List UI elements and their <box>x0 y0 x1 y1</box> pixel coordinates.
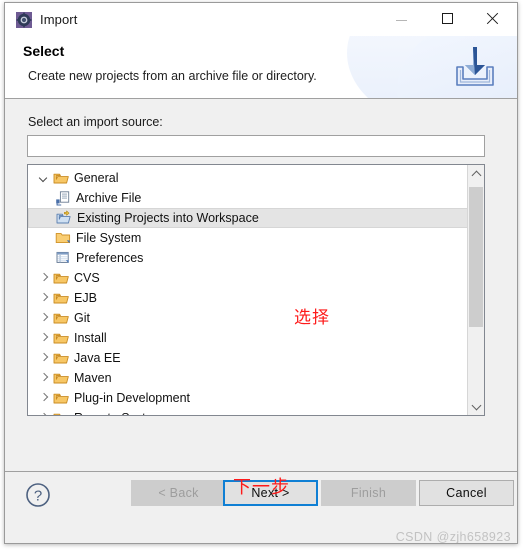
page-title: Select <box>23 43 65 59</box>
tree-item-ejb[interactable]: EJB <box>28 288 468 308</box>
tree-item-archive-file[interactable]: Archive File <box>28 188 468 208</box>
preferences-icon <box>56 251 69 263</box>
chevron-right-icon[interactable] <box>39 313 50 324</box>
chevron-right-icon[interactable] <box>39 393 50 404</box>
tree-item-label: Preferences <box>76 251 144 265</box>
tree-item-plug-in-development[interactable]: Plug-in Development <box>28 388 468 408</box>
scrollbar-thumb[interactable] <box>469 187 483 327</box>
cancel-button[interactable]: Cancel <box>419 480 514 506</box>
window-title: Import <box>40 12 78 27</box>
dialog-body: Select an import source: General Archive … <box>5 99 517 471</box>
annotation-select: 选择 <box>294 308 330 328</box>
tree-item-maven[interactable]: Maven <box>28 368 468 388</box>
close-icon <box>486 12 499 25</box>
tree-item-label: Remote Systems <box>74 410 169 415</box>
tree-item-label: Java EE <box>74 351 121 365</box>
tree-item-remote-systems[interactable]: Remote Systems <box>28 408 468 416</box>
import-dialog-window: Import Select Create new projects from a… <box>4 2 518 544</box>
import-source-label: Select an import source: <box>28 115 163 129</box>
scroll-down-button[interactable] <box>468 398 484 415</box>
page-description: Create new projects from an archive file… <box>28 69 317 83</box>
back-button[interactable]: < Back <box>131 480 226 506</box>
folder-open-icon <box>53 353 69 364</box>
chevron-up-icon <box>471 170 481 180</box>
scroll-up-button[interactable] <box>468 165 484 182</box>
tree-item-label: Install <box>74 331 107 345</box>
finish-button[interactable]: Finish <box>321 480 416 506</box>
folder-open-icon <box>53 413 61 415</box>
folder-open-icon <box>53 293 69 304</box>
maximize-button[interactable] <box>424 3 470 34</box>
tree-item-label: Archive File <box>76 191 142 205</box>
folder-open-icon <box>53 173 69 184</box>
tree-item-label: Plug-in Development <box>74 391 191 405</box>
tree-list: General Archive File Existing Projects int… <box>28 168 468 416</box>
title-bar: Import <box>5 3 517 36</box>
search-input[interactable] <box>28 136 484 156</box>
tree-item-install[interactable]: Install <box>28 328 468 348</box>
tree-item-general[interactable]: General <box>28 168 468 188</box>
tree-item-label: File System <box>76 231 142 245</box>
folder-open-icon <box>53 373 69 384</box>
folder-icon <box>55 232 71 244</box>
tree-item-label: General <box>74 171 119 185</box>
archive-file-icon <box>56 191 70 206</box>
eclipse-import-icon <box>16 11 32 28</box>
tree-item-existing-projects-into-workspace[interactable]: Existing Projects into Workspace <box>28 208 468 228</box>
tree-item-java-ee[interactable]: Java EE <box>28 348 468 368</box>
import-source-filter[interactable] <box>27 135 485 157</box>
tree-item-cvs[interactable]: CVS <box>28 268 468 288</box>
minimize-icon <box>395 19 407 21</box>
chevron-right-icon[interactable] <box>39 353 50 364</box>
tree-item-label: Maven <box>74 371 112 385</box>
tree-item-label: Git <box>74 311 90 325</box>
tree-item-label: EJB <box>74 291 97 305</box>
chevron-right-icon[interactable] <box>39 333 50 344</box>
chevron-right-icon[interactable] <box>39 293 50 304</box>
tree-item-preferences[interactable]: Preferences <box>28 248 468 268</box>
help-question-icon[interactable]: ? <box>25 482 51 508</box>
annotation-next-step: 下一步 <box>233 477 290 498</box>
folder-open-icon <box>53 313 69 324</box>
chevron-down-icon[interactable] <box>39 173 50 184</box>
tree-item-label: CVS <box>74 271 100 285</box>
chevron-right-icon[interactable] <box>39 413 50 416</box>
tree-scrollbar[interactable] <box>467 165 484 415</box>
chevron-right-icon[interactable] <box>39 273 50 284</box>
dialog-header: Select Create new projects from an archi… <box>5 36 517 99</box>
tree-item-git[interactable]: Git <box>28 308 468 328</box>
tree-item-label: Existing Projects into Workspace <box>77 211 259 225</box>
chevron-down-icon <box>471 400 481 410</box>
maximize-icon <box>441 13 453 24</box>
svg-text:?: ? <box>34 488 42 505</box>
close-button[interactable] <box>469 3 515 34</box>
import-source-tree[interactable]: General Archive File Existing Projects int… <box>27 164 485 416</box>
folder-open-icon <box>53 333 69 344</box>
minimize-button[interactable] <box>378 3 424 34</box>
watermark: CSDN @zjh658923 <box>395 530 511 544</box>
folder-open-icon <box>53 393 69 404</box>
chevron-right-icon[interactable] <box>39 373 50 384</box>
import-project-icon <box>56 210 71 224</box>
import-tray-arrow-icon <box>456 47 494 86</box>
folder-open-icon <box>53 273 69 284</box>
tree-item-file-system[interactable]: File System <box>28 228 468 248</box>
